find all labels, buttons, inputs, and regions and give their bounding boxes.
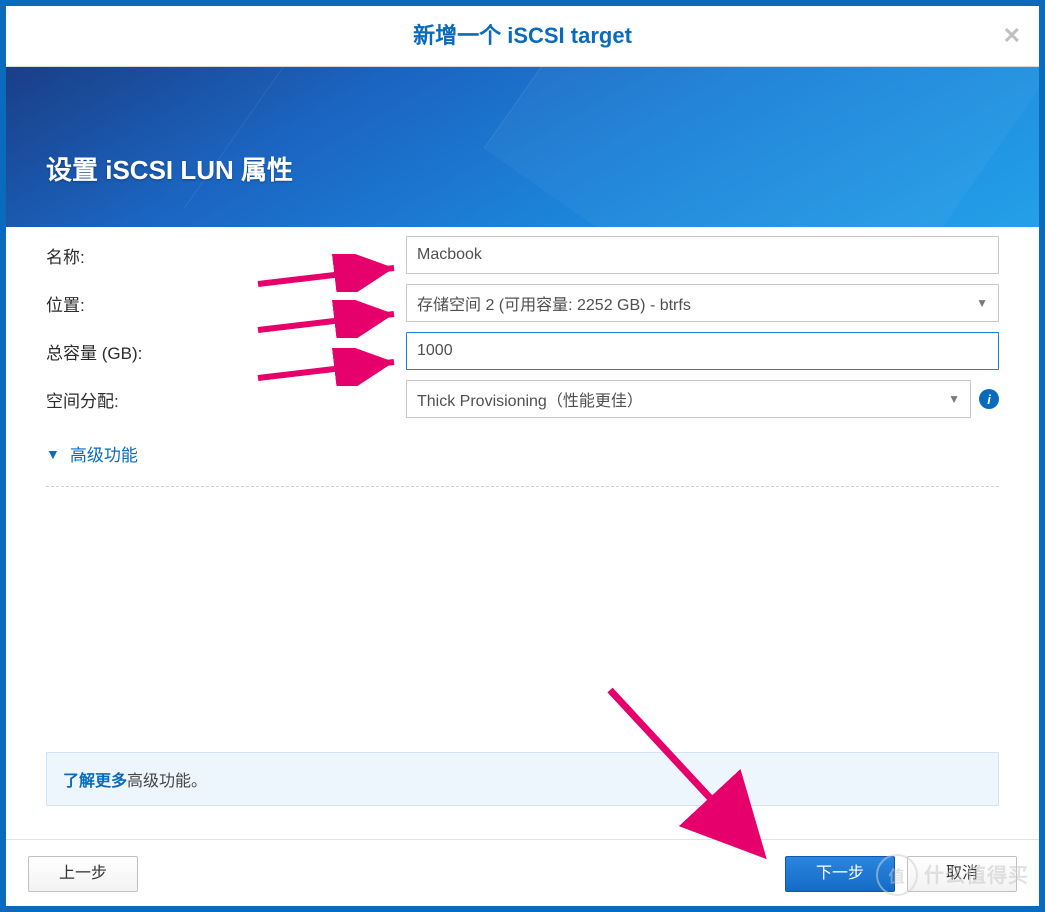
row-allocation: 空间分配: Thick Provisioning（性能更佳） ▼ i bbox=[46, 375, 999, 423]
advanced-label: 高级功能 bbox=[70, 441, 138, 466]
allocation-value: Thick Provisioning（性能更佳） bbox=[417, 387, 643, 411]
close-icon[interactable]: ✕ bbox=[1003, 6, 1021, 66]
watermark-text: 什么值得买 bbox=[924, 865, 1029, 887]
row-location: 位置: 存储空间 2 (可用容量: 2252 GB) - btrfs ▼ bbox=[46, 279, 999, 327]
row-name: 名称: bbox=[46, 231, 999, 279]
info-icon[interactable]: i bbox=[979, 389, 999, 409]
page-title: 设置 iSCSI LUN 属性 bbox=[46, 150, 293, 187]
title-bar: 新增一个 iSCSI target ✕ bbox=[6, 6, 1039, 67]
label-capacity: 总容量 (GB): bbox=[46, 339, 406, 364]
banner: 设置 iSCSI LUN 属性 bbox=[6, 67, 1039, 227]
label-name: 名称: bbox=[46, 243, 406, 268]
advanced-toggle[interactable]: ▼ 高级功能 bbox=[46, 441, 138, 482]
row-capacity: 总容量 (GB): bbox=[46, 327, 999, 375]
capacity-input[interactable] bbox=[417, 333, 988, 369]
capacity-field-wrap[interactable] bbox=[406, 332, 999, 370]
hint-text: 高级功能。 bbox=[127, 773, 207, 790]
back-button[interactable]: 上一步 bbox=[28, 856, 138, 892]
hint-box: 了解更多高级功能。 bbox=[46, 752, 999, 806]
wizard-dialog: 新增一个 iSCSI target ✕ 设置 iSCSI LUN 属性 名称: … bbox=[0, 0, 1045, 912]
label-allocation: 空间分配: bbox=[46, 387, 406, 412]
divider bbox=[46, 486, 999, 487]
chevron-down-icon: ▼ bbox=[46, 446, 60, 462]
hint-link[interactable]: 了解更多 bbox=[63, 773, 127, 790]
footer-separator bbox=[6, 839, 1039, 840]
window-title: 新增一个 iSCSI target bbox=[413, 23, 632, 48]
allocation-select[interactable]: Thick Provisioning（性能更佳） ▼ bbox=[406, 380, 971, 418]
watermark: 值什么值得买 bbox=[876, 854, 1029, 896]
form-body: 名称: 位置: 存储空间 2 (可用容量: 2252 GB) - btrfs ▼… bbox=[46, 231, 999, 906]
location-value: 存储空间 2 (可用容量: 2252 GB) - btrfs bbox=[417, 291, 691, 315]
watermark-badge: 值 bbox=[876, 854, 918, 896]
name-input[interactable] bbox=[417, 237, 988, 273]
label-location: 位置: bbox=[46, 291, 406, 316]
chevron-down-icon: ▼ bbox=[948, 392, 960, 406]
location-select[interactable]: 存储空间 2 (可用容量: 2252 GB) - btrfs ▼ bbox=[406, 284, 999, 322]
name-field-wrap[interactable] bbox=[406, 236, 999, 274]
chevron-down-icon: ▼ bbox=[976, 296, 988, 310]
